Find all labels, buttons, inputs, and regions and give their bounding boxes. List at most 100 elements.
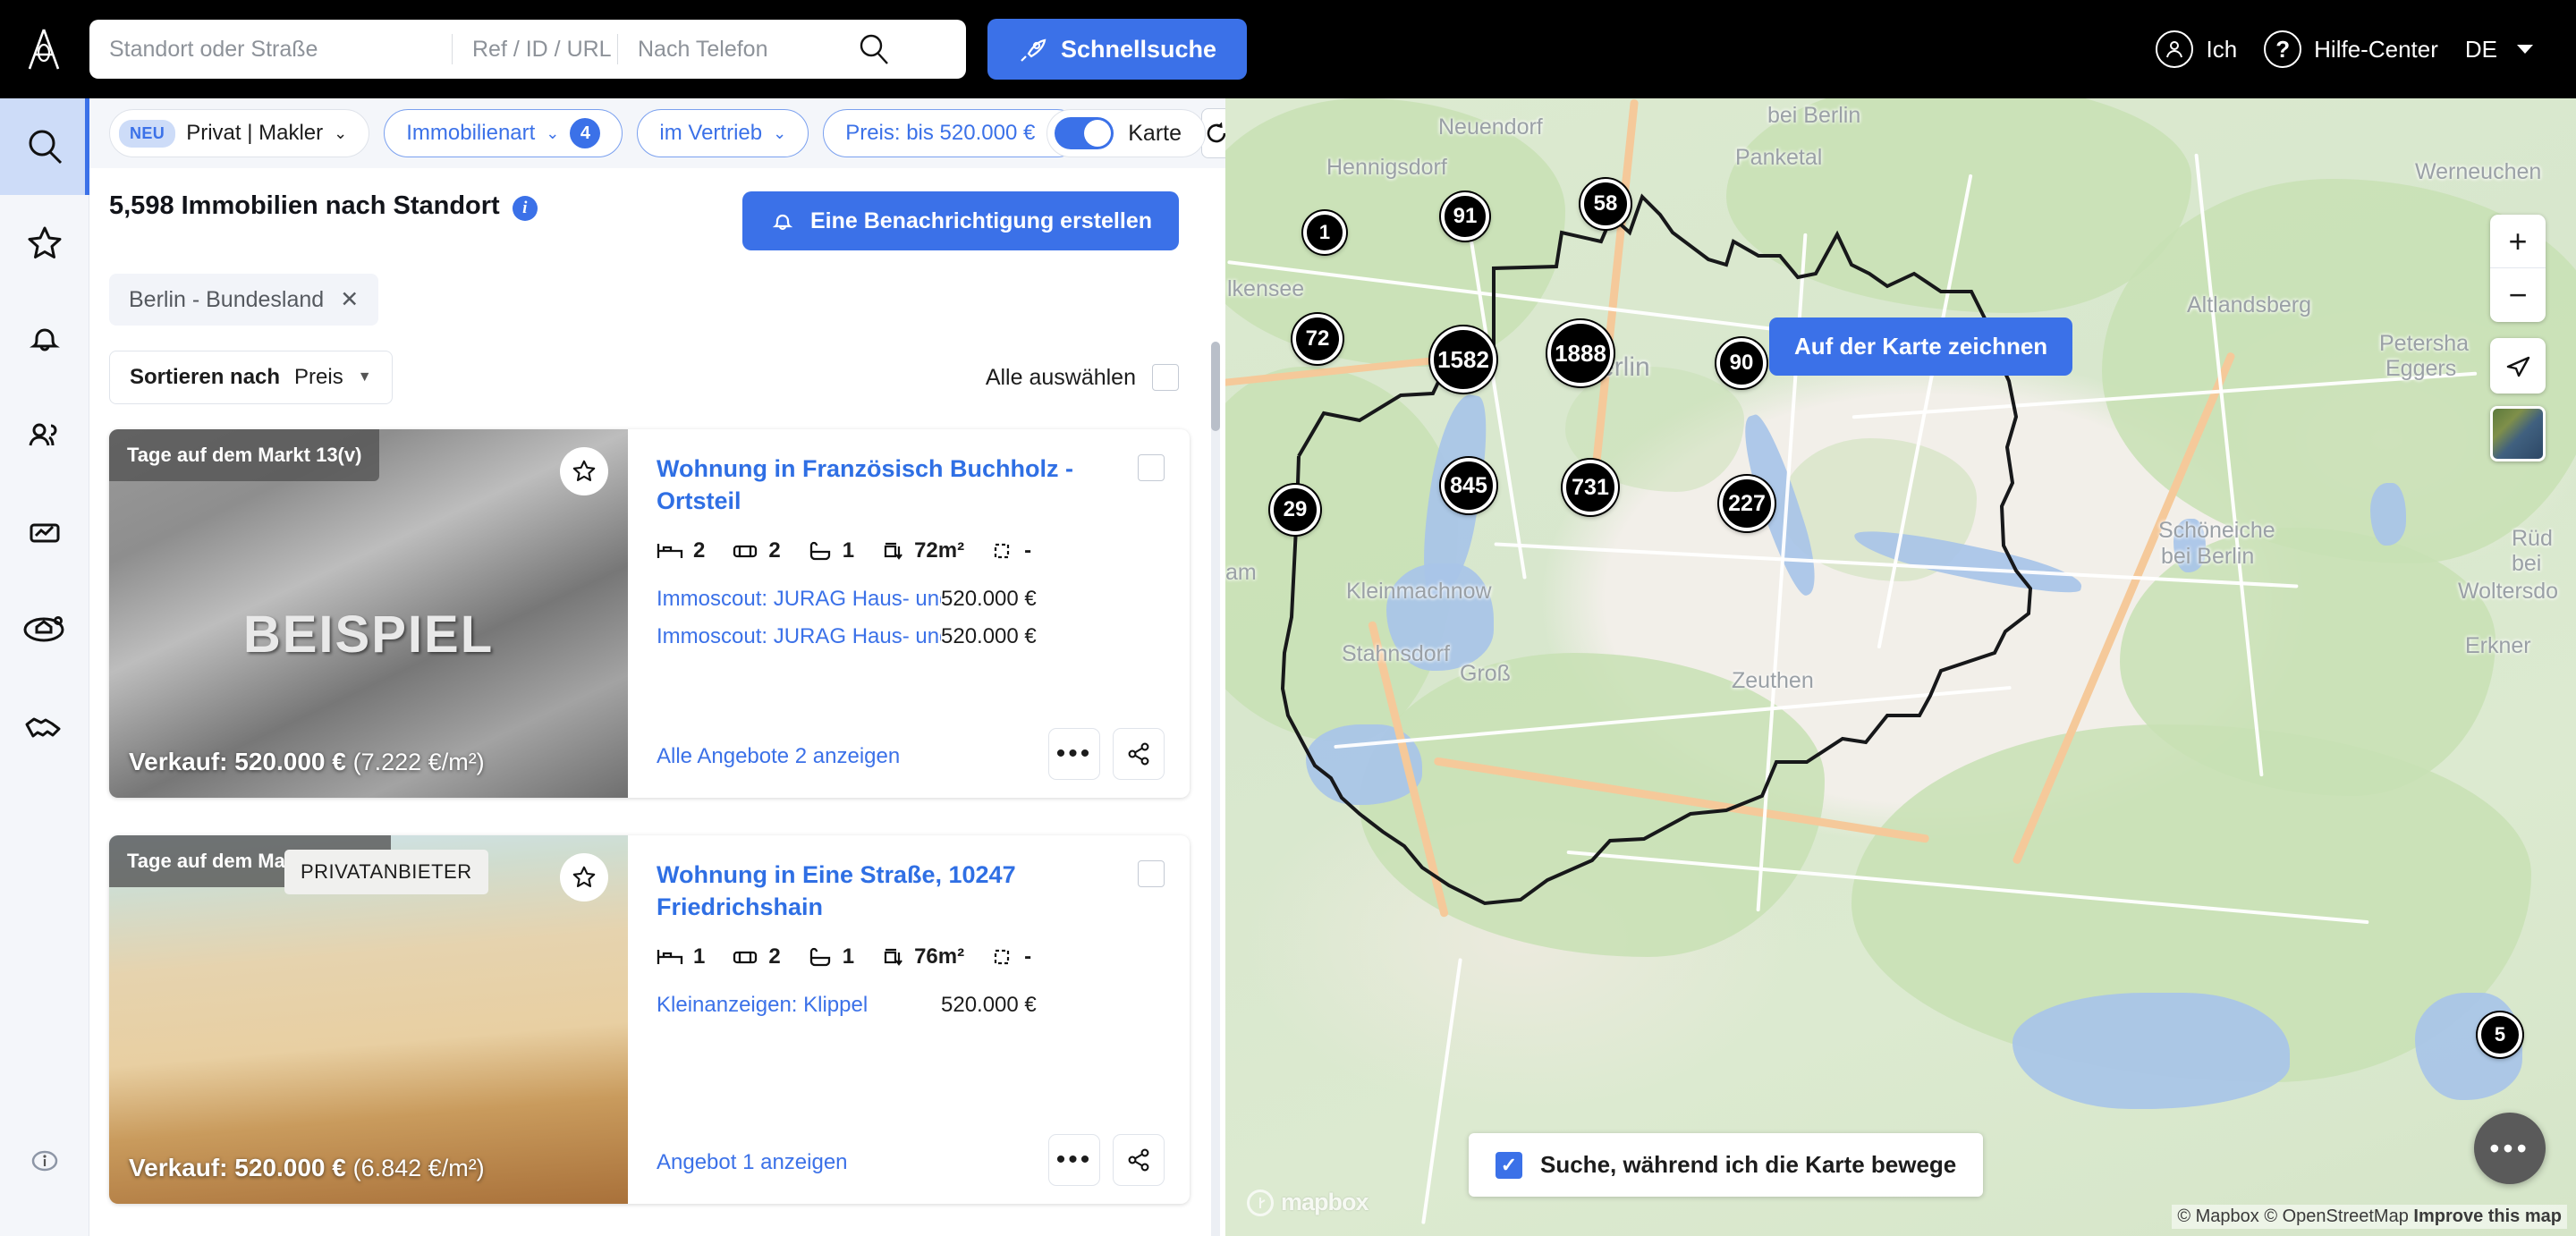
chevron-down-icon: ▼ — [357, 369, 372, 385]
property-card[interactable]: BEISPIEL Tage auf dem Markt 13(v) Verkau… — [109, 429, 1190, 798]
property-title[interactable]: Wohnung in Eine Straße, 10247 Friedrichs… — [657, 859, 1157, 923]
select-all-checkbox[interactable] — [1152, 364, 1179, 391]
top-header-bar: Standort oder Straße Ref / ID / URL Nach… — [0, 0, 2576, 98]
map-cluster-marker[interactable]: 1888 — [1547, 320, 1614, 386]
map-panel[interactable]: Neuendorf bei Berlin Panketal Hennigsdor… — [1225, 98, 2576, 1236]
sidebar-item-search[interactable] — [0, 98, 89, 195]
more-dots-icon: ••• — [1055, 739, 1093, 768]
navigate-arrow-icon — [2506, 356, 2530, 377]
filter-property-type[interactable]: Immobilienart ⌄ 4 — [384, 109, 623, 157]
favorite-button[interactable] — [560, 853, 608, 902]
area-icon — [884, 949, 902, 967]
offer-row[interactable]: Kleinanzeigen: Klippel 520.000 € — [657, 993, 1165, 1018]
filter-distribution-label: im Vertrieb — [659, 121, 763, 145]
property-image[interactable]: Tage auf dem Markt 38+(v) PRIVATANBIETER… — [109, 835, 628, 1204]
global-search-bar[interactable]: Standort oder Straße Ref / ID / URL Nach… — [89, 20, 966, 79]
mapbox-label: mapbox — [1281, 1189, 1369, 1215]
brand-logo[interactable] — [0, 0, 88, 98]
offer-source[interactable]: Kleinanzeigen: Klippel — [657, 993, 941, 1018]
map-cluster-marker[interactable]: 845 — [1441, 458, 1496, 513]
filter-distribution[interactable]: im Vertrieb ⌄ — [637, 109, 809, 157]
map-cluster-marker[interactable]: 29 — [1270, 485, 1320, 535]
quick-search-button[interactable]: Schnellsuche — [987, 19, 1248, 80]
favorite-button[interactable] — [560, 447, 608, 495]
map-cluster-marker[interactable]: 5 — [2478, 1012, 2522, 1057]
map-toggle-switch[interactable] — [1055, 117, 1114, 149]
map-place-label: Schöneiche — [2158, 518, 2275, 543]
show-all-offers-link[interactable]: Angebot 1 anzeigen — [657, 1150, 848, 1186]
zoom-out-button[interactable]: − — [2490, 268, 2546, 322]
search-while-moving-checkbox[interactable]: ✓ — [1496, 1151, 1522, 1179]
share-button[interactable] — [1113, 728, 1165, 780]
property-title[interactable]: Wohnung in Französisch Buchholz - Ortste… — [657, 453, 1157, 517]
ref-search-field[interactable]: Ref / ID / URL — [452, 34, 617, 64]
house-oval-icon — [23, 616, 64, 642]
close-icon[interactable]: ✕ — [340, 286, 359, 313]
map-cluster-marker[interactable]: 90 — [1716, 338, 1767, 388]
more-options-button[interactable]: ••• — [1048, 1134, 1100, 1186]
map-cluster-marker[interactable]: 1582 — [1430, 326, 1496, 393]
map-cluster-marker[interactable]: 1 — [1303, 211, 1346, 254]
question-mark-icon: ? — [2264, 30, 2302, 68]
account-menu[interactable]: Ich — [2156, 30, 2237, 68]
price-overlay-sub: (7.222 €/m²) — [352, 749, 485, 775]
map-cluster-marker[interactable]: 731 — [1563, 460, 1618, 515]
map-cluster-marker[interactable]: 91 — [1441, 192, 1489, 241]
search-icon[interactable] — [853, 29, 894, 70]
map-place-label: Woltersdo — [2458, 579, 2559, 604]
mapbox-mark-icon — [1247, 1189, 1274, 1216]
show-all-offers-link[interactable]: Alle Angebote 2 anzeigen — [657, 744, 900, 780]
sidebar-item-deals[interactable] — [0, 678, 89, 775]
location-search-field[interactable]: Standort oder Straße — [89, 34, 452, 64]
select-all-label: Alle auswählen — [985, 364, 1136, 390]
property-image[interactable]: BEISPIEL Tage auf dem Markt 13(v) Verkau… — [109, 429, 628, 798]
property-select-checkbox[interactable] — [1138, 454, 1165, 481]
filter-price[interactable]: Preis: bis 520.000 € ⌄ — [823, 109, 1082, 157]
more-options-button[interactable]: ••• — [1048, 728, 1100, 780]
offer-source[interactable]: Immoscout: JURAG Haus- und… — [657, 624, 941, 649]
map-cluster-marker[interactable]: 58 — [1580, 179, 1631, 229]
offer-source[interactable]: Immoscout: JURAG Haus- und… — [657, 587, 941, 612]
map-cluster-marker[interactable]: 227 — [1719, 476, 1775, 531]
phone-search-field[interactable]: Nach Telefon — [617, 34, 841, 64]
map-satellite-toggle[interactable] — [2490, 406, 2546, 461]
chat-support-button[interactable]: ••• — [2474, 1113, 2546, 1184]
sidebar-item-stats[interactable] — [0, 485, 89, 581]
sidebar-item-info[interactable] — [0, 1113, 89, 1209]
people-icon — [29, 423, 56, 446]
draw-on-map-button[interactable]: Auf der Karte zeichnen — [1769, 317, 2073, 376]
price-overlay-main: Verkauf: 520.000 € — [129, 1154, 346, 1181]
offer-row[interactable]: Immoscout: JURAG Haus- und… 520.000 € — [657, 587, 1165, 612]
create-alert-button[interactable]: Eine Benachrichtigung erstellen — [741, 191, 1179, 250]
property-card[interactable]: Tage auf dem Markt 38+(v) PRIVATANBIETER… — [109, 835, 1190, 1204]
map-toggle[interactable]: Karte — [1046, 109, 1206, 157]
sidebar-item-contacts[interactable] — [0, 388, 89, 485]
map-zoom-controls[interactable]: + − — [2490, 215, 2546, 322]
map-locate-button[interactable] — [2490, 338, 2546, 394]
property-select-checkbox[interactable] — [1138, 860, 1165, 887]
map-place-label: Eggers — [2385, 356, 2457, 381]
info-icon[interactable]: i — [512, 196, 538, 221]
card-action-buttons: ••• — [1048, 728, 1165, 780]
sidebar-item-alerts[interactable] — [0, 292, 89, 388]
list-scrollbar-track[interactable] — [1211, 342, 1220, 1236]
search-while-moving-control[interactable]: ✓ Suche, während ich die Karte bewege — [1469, 1133, 1984, 1197]
list-scrollbar-thumb[interactable] — [1211, 342, 1220, 431]
sort-selector[interactable]: Sortieren nach Preis ▼ — [109, 351, 393, 404]
map-place-label: Panketal — [1735, 145, 1823, 170]
filter-private-agent[interactable]: NEU Privat | Makler ⌄ — [109, 109, 370, 157]
sidebar-item-favorites[interactable] — [0, 195, 89, 292]
zoom-in-button[interactable]: + — [2490, 215, 2546, 268]
improve-map-link[interactable]: Improve this map — [2413, 1206, 2562, 1226]
help-center-link[interactable]: ? Hilfe-Center — [2264, 30, 2438, 68]
price-overlay: Verkauf: 520.000 € (6.842 €/m²) — [129, 1154, 485, 1182]
mapbox-logo[interactable]: mapbox — [1247, 1189, 1369, 1216]
offer-row[interactable]: Immoscout: JURAG Haus- und… 520.000 € — [657, 624, 1165, 649]
language-selector[interactable]: DE — [2465, 36, 2533, 63]
map-attribution-text: © Mapbox © OpenStreetMap — [2177, 1206, 2409, 1226]
map-cluster-marker[interactable]: 72 — [1292, 314, 1343, 364]
share-button[interactable] — [1113, 1134, 1165, 1186]
sidebar-item-properties[interactable] — [0, 581, 89, 678]
location-chip-berlin[interactable]: Berlin - Bundesland ✕ — [109, 274, 379, 326]
select-all-control[interactable]: Alle auswählen — [986, 364, 1179, 391]
